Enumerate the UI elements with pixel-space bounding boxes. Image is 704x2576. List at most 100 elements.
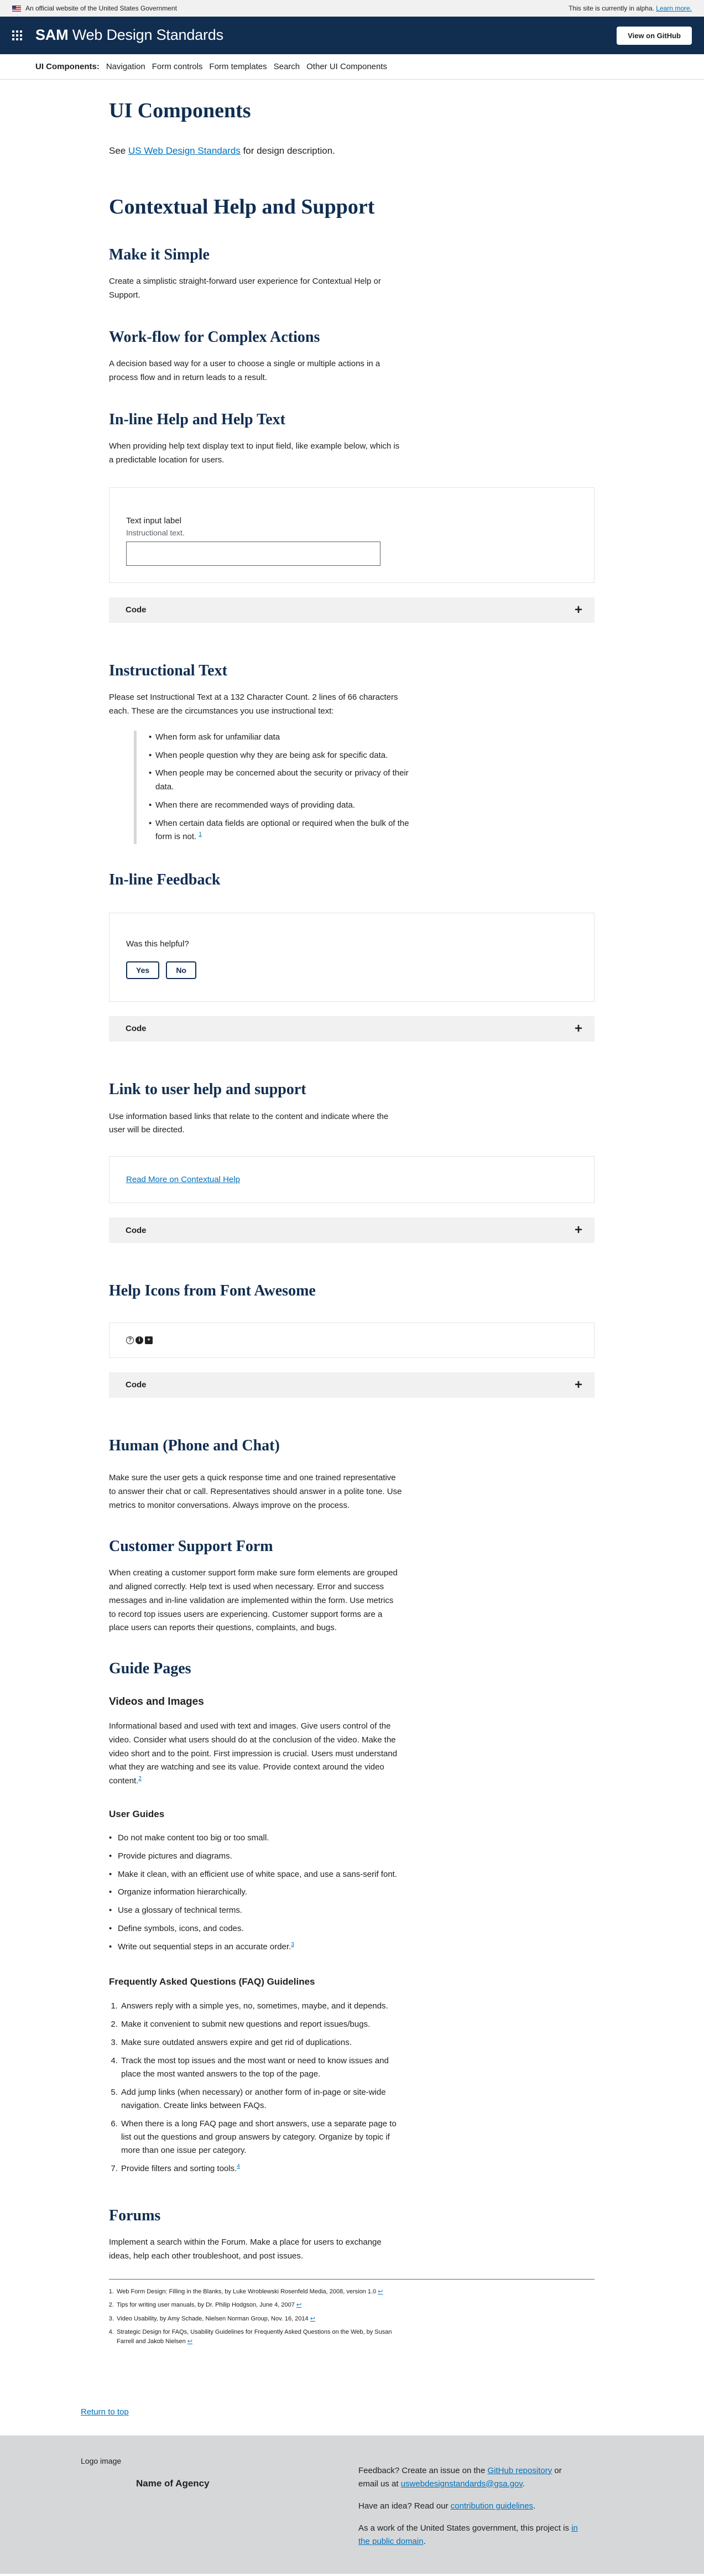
list-item: Make sure outdated answers expire and ge… xyxy=(120,2036,408,2049)
gov-banner: An official website of the United States… xyxy=(0,0,704,17)
list-item: Use a glossary of technical terms. xyxy=(109,1904,402,1918)
heading-link-to-help: Link to user help and support xyxy=(109,1080,306,1098)
list-item: Provide filters and sorting tools.4 xyxy=(120,2162,408,2176)
videos-images-text: Informational based and used with text a… xyxy=(109,1720,402,1788)
heading-guide-pages: Guide Pages xyxy=(109,1660,191,1678)
subnav-item-other-ui-components[interactable]: Other UI Components xyxy=(306,60,387,73)
footnote-text: Strategic Design for FAQs, Usability Gui… xyxy=(117,2329,392,2345)
inline-help-text: When providing help text display text to… xyxy=(109,441,400,465)
heading-inline-help: In-line Help and Help Text xyxy=(109,410,285,428)
code-label: Code xyxy=(126,1225,147,1235)
footnotes-list: Web Form Design: Filling in the Blanks, … xyxy=(109,2287,397,2346)
idea-end: . xyxy=(533,2501,536,2511)
feedback-end: . xyxy=(522,2479,525,2489)
footnote-item: Video Usability, by Amy Schade, Nielsen … xyxy=(116,2314,397,2324)
site-brand[interactable]: SAM Web Design Standards xyxy=(12,24,223,47)
footnote-link-1[interactable]: 1 xyxy=(199,831,202,837)
list-item: Define symbols, icons, and codes. xyxy=(109,1922,402,1936)
footnote-back-link[interactable]: ↩ xyxy=(296,2302,301,2308)
link-help-example: Read More on Contextual Help xyxy=(109,1156,595,1204)
list-item-text: Write out sequential steps in an accurat… xyxy=(118,1942,291,1951)
list-item-text: When certain data fields are optional or… xyxy=(155,818,409,842)
footnote-text: Video Usability, by Amy Schade, Nielsen … xyxy=(117,2315,309,2322)
subnav-item-search[interactable]: Search xyxy=(274,60,300,73)
footnote-back-link[interactable]: ↩ xyxy=(310,2315,315,2322)
instructional-text-list: When form ask for unfamiliar data When p… xyxy=(134,730,421,845)
help-icons-example: ? i + xyxy=(109,1322,595,1358)
public-domain-text: As a work of the United States governmen… xyxy=(358,2522,580,2548)
human-text: Make sure the user gets a quick response… xyxy=(109,1473,402,1510)
footer-info: Feedback? Create an issue on the GitHub … xyxy=(358,2464,580,2557)
text-input-field[interactable] xyxy=(126,541,380,566)
footnote-item: Strategic Design for FAQs, Usability Gui… xyxy=(116,2328,397,2346)
main-content: UI Components See US Web Design Standard… xyxy=(109,80,595,2346)
email-link[interactable]: uswebdesignstandards@gsa.gov xyxy=(401,2479,523,2489)
footnote-back-link[interactable]: ↩ xyxy=(378,2288,383,2295)
subnav-item-form-controls[interactable]: Form controls xyxy=(152,60,203,73)
footnote-back-link[interactable]: ↩ xyxy=(187,2338,192,2345)
heading-instructional-text: Instructional Text xyxy=(109,662,227,679)
code-toggle-inline-help[interactable]: Code + xyxy=(109,597,595,623)
footnotes: Web Form Design: Filling in the Blanks, … xyxy=(109,2278,595,2346)
list-item: Add jump links (when necessary) or anoth… xyxy=(120,2086,408,2112)
user-guides-list: Do not make content too big or too small… xyxy=(109,1831,402,1954)
list-item: Provide pictures and diagrams. xyxy=(109,1850,402,1864)
site-title-bold: SAM xyxy=(35,27,69,44)
list-item: Do not make content too big or too small… xyxy=(109,1831,402,1845)
footnote-text: Web Form Design: Filling in the Blanks, … xyxy=(117,2288,377,2295)
learn-more-link[interactable]: Learn more. xyxy=(656,4,692,12)
agency-name: Name of Agency xyxy=(136,2478,210,2489)
heading-videos-images: Videos and Images xyxy=(109,1695,204,1708)
us-flag-icon xyxy=(12,6,21,12)
list-item: When there are recommended ways of provi… xyxy=(149,799,421,813)
ui-components-nav: UI Components: Navigation Form controls … xyxy=(0,54,704,80)
expand-plus-icon: + xyxy=(574,1021,582,1036)
inline-help-example: Text input label Instructional text. xyxy=(109,487,595,583)
code-toggle-help-icons[interactable]: Code + xyxy=(109,1372,595,1398)
heading-inline-feedback: In-line Feedback xyxy=(109,871,221,889)
list-item: Organize information hierarchically. xyxy=(109,1886,402,1900)
us-web-design-standards-link[interactable]: US Web Design Standards xyxy=(128,145,241,156)
list-item: When there is a long FAQ page and short … xyxy=(120,2117,408,2157)
code-toggle-link-help[interactable]: Code + xyxy=(109,1217,595,1243)
list-item: Make it clean, with an efficient use of … xyxy=(109,1868,402,1882)
feedback-no-button[interactable]: No xyxy=(166,961,196,979)
return-to-top-link[interactable]: Return to top xyxy=(81,2407,129,2417)
heading-help-icons: Help Icons from Font Awesome xyxy=(109,1282,316,1300)
code-toggle-inline-feedback[interactable]: Code + xyxy=(109,1016,595,1042)
domain-end: . xyxy=(423,2536,426,2546)
text-input-label: Text input label xyxy=(126,516,182,525)
footnote-text: Tips for writing user manuals, by Dr. Ph… xyxy=(117,2302,295,2309)
code-label: Code xyxy=(126,1380,147,1390)
alpha-text: This site is currently in alpha. xyxy=(569,4,654,12)
feedback-yes-button[interactable]: Yes xyxy=(126,961,160,979)
read-more-contextual-help-link[interactable]: Read More on Contextual Help xyxy=(126,1175,240,1184)
github-repository-link[interactable]: GitHub repository xyxy=(487,2466,552,2475)
heading-make-it-simple: Make it Simple xyxy=(109,246,210,263)
question-circle-o-icon[interactable]: ? xyxy=(126,1336,134,1344)
expand-plus-icon: + xyxy=(574,602,582,617)
menu-grid-icon[interactable] xyxy=(12,30,22,40)
inline-feedback-example: Was this helpful? Yes No xyxy=(109,912,595,1002)
subnav-item-form-templates[interactable]: Form templates xyxy=(209,60,267,73)
heading-user-guides: User Guides xyxy=(109,1808,165,1819)
contribution-guidelines-link[interactable]: contribution guidelines xyxy=(451,2501,533,2511)
feedback-prefix: Feedback? Create an issue on the xyxy=(358,2465,488,2475)
expand-plus-icon: + xyxy=(574,1377,582,1392)
info-circle-icon[interactable]: i xyxy=(135,1336,143,1344)
subnav-item-navigation[interactable]: Navigation xyxy=(106,60,145,73)
footnote-link-3[interactable]: 3 xyxy=(291,1942,294,1948)
view-on-github-button[interactable]: View on GitHub xyxy=(617,26,692,45)
section-heading-contextual-help: Contextual Help and Support xyxy=(109,195,375,218)
official-site-text: An official website of the United States… xyxy=(25,4,177,12)
site-title[interactable]: SAM Web Design Standards xyxy=(35,24,223,47)
plus-square-icon[interactable]: + xyxy=(145,1336,153,1344)
help-icons-row: ? i + xyxy=(126,1336,577,1344)
list-item: When people may be concerned about the s… xyxy=(149,767,421,794)
footnote-link-2[interactable]: 2 xyxy=(138,1776,142,1782)
instructional-text-hint: Instructional text. xyxy=(126,528,185,538)
site-footer: Logo image Name of Agency Feedback? Crea… xyxy=(0,2435,704,2574)
footnote-link-4[interactable]: 4 xyxy=(237,2163,240,2169)
link-help-text: Use information based links that relate … xyxy=(109,1111,389,1135)
list-item-text: Provide filters and sorting tools. xyxy=(121,2163,237,2173)
